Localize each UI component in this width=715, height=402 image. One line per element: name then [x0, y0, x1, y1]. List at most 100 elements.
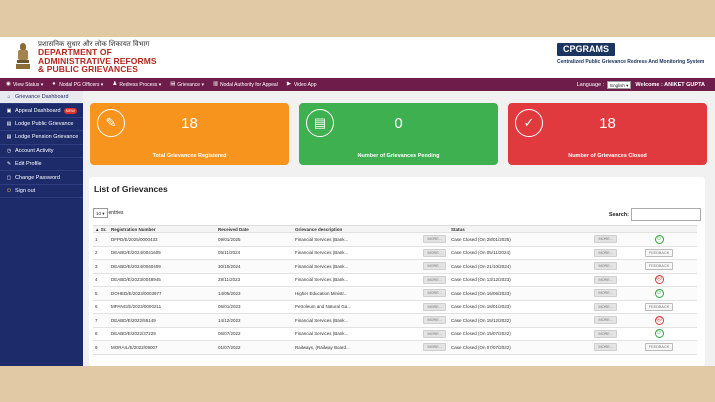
search-input[interactable] — [631, 208, 701, 221]
main-navbar: ◉ View Status ▾ ● Nodal PG Officers ▾ ♟ Red… — [0, 78, 715, 91]
unsatisfied-face-icon[interactable]: ☹ — [654, 315, 664, 325]
sidebar-item-appeal-dashboard[interactable]: ▣ Appeal Dashboard NEW — [0, 104, 83, 118]
user-icon: ● — [52, 81, 56, 87]
unsatisfied-face-icon[interactable]: ☹ — [654, 275, 664, 285]
desc-more-button[interactable]: MORE... — [423, 343, 446, 352]
dept-name: DEPARTMENT OF ADMINISTRATIVE REFORMS & P… — [38, 47, 157, 75]
desc-more-button[interactable]: MORE... — [423, 275, 446, 284]
cell-received-date: 06/07/2022 — [218, 331, 241, 337]
cell-registration[interactable]: DEABD/E/2024/0041605 — [111, 250, 218, 255]
welcome-text: Welcome : ANIKET GUPTA — [635, 81, 705, 88]
feedback-button[interactable]: FEEDBACK — [644, 302, 674, 311]
cell-registration[interactable]: MPANG/E/2023/0000211 — [111, 304, 218, 309]
status-more-button[interactable]: MORE... — [594, 289, 617, 298]
cpgrams-logo[interactable]: CPGRAMS — [557, 43, 615, 56]
cell-sr: 7 — [95, 317, 98, 323]
grievance-table: ▲ Sr. Registration Number Received Date … — [93, 225, 697, 355]
list-title: List of Grievances — [94, 184, 168, 194]
col-registration[interactable]: Registration Number — [111, 227, 218, 232]
grievance-list-panel: List of Grievances 10 ▾ entries Search: … — [89, 177, 705, 366]
satisfied-face-icon[interactable]: ☺ — [654, 329, 664, 339]
sidebar-item-sign-out[interactable]: ⏻ Sign out — [0, 185, 83, 199]
cell-registration[interactable]: DEABD/E/2022/37229 — [111, 331, 218, 336]
eye-icon: ◉ — [6, 81, 11, 87]
cell-received-date: 30/10/2024 — [218, 263, 241, 269]
sidebar-item-lodge-pension[interactable]: ▤ Lodge Pension Grievance — [0, 131, 83, 145]
cell-registration[interactable]: DOHED/E/2023/0003977 — [111, 291, 218, 296]
home-icon: ⌂ — [7, 94, 11, 101]
form-icon: ▤ — [6, 120, 12, 127]
card-label: Total Grievances Registered — [152, 153, 227, 159]
col-sr[interactable]: ▲ Sr. — [93, 227, 111, 232]
sidebar-item-edit-profile[interactable]: ✎ Edit Profile — [0, 158, 83, 172]
table-row: 2 DEABD/E/2024/0041605 05/11/2024 Financial… — [93, 247, 697, 260]
cell-registration[interactable]: DEABD/E/2022/55149 — [111, 318, 218, 323]
desc-more-button[interactable]: MORE... — [423, 248, 446, 257]
col-description[interactable]: Grievance description — [295, 227, 451, 232]
col-status[interactable]: Status — [451, 227, 621, 232]
cell-registration[interactable]: DEABD/E/2023/0048945 — [111, 277, 218, 282]
document-icon: ▤ — [170, 81, 176, 87]
status-more-button[interactable]: MORE... — [594, 235, 617, 244]
sidebar-item-change-password[interactable]: ▢ Change Password — [0, 171, 83, 185]
nav-redress-process[interactable]: ♟ Redress Process ▾ — [112, 81, 161, 87]
desc-more-button[interactable]: MORE... — [423, 289, 446, 298]
cell-received-date: 28/11/2023 — [218, 277, 241, 283]
cell-feedback: ☺ — [621, 234, 697, 244]
desc-more-button[interactable]: MORE... — [423, 316, 446, 325]
feedback-button[interactable]: FEEDBACK — [644, 248, 674, 257]
cell-status: Case Closed (On 07/07/2022) MORE... — [451, 343, 621, 352]
page-length: 10 ▾ entries — [93, 208, 124, 218]
table-row: 9 MORAIL/E/2022/09007 01/07/2022 Railways, … — [93, 341, 697, 355]
card-label: Number of Grievances Pending — [357, 153, 440, 159]
feedback-button[interactable]: FEEDBACK — [644, 262, 674, 271]
status-more-button[interactable]: MORE... — [594, 275, 617, 284]
power-icon: ⏻ — [7, 187, 11, 194]
card-value: 18 — [599, 115, 616, 132]
status-more-button[interactable]: MORE... — [594, 343, 617, 352]
desc-more-button[interactable]: MORE... — [423, 235, 446, 244]
cell-registration[interactable]: DEABD/E/2024/0040409 — [111, 264, 218, 269]
page-length-select[interactable]: 10 ▾ — [93, 208, 108, 218]
status-more-button[interactable]: MORE... — [594, 302, 617, 311]
lock-icon: ▢ — [6, 174, 12, 181]
status-more-button[interactable]: MORE... — [594, 248, 617, 257]
cell-description: Financial Services (Bank... MORE... — [295, 235, 451, 244]
table-row: 4 DEABD/E/2023/0048945 28/11/2023 Financial… — [93, 274, 697, 287]
cell-status: Case Closed (On 15/07/2022) MORE... — [451, 329, 621, 338]
sidebar-item-account-activity[interactable]: ◷ Account Activity — [0, 145, 83, 158]
status-more-button[interactable]: MORE... — [594, 329, 617, 338]
satisfied-face-icon[interactable]: ☺ — [654, 234, 664, 244]
activity-icon: ◷ — [6, 147, 12, 154]
table-row: 3 DEABD/E/2024/0040409 30/10/2024 Financial… — [93, 260, 697, 274]
site-header: प्रशासनिक सुधार और लोक शिकायत विभाग DEPA… — [0, 37, 715, 78]
col-received-date[interactable]: Received Date — [218, 227, 295, 232]
sidebar-item-lodge-public[interactable]: ▤ Lodge Public Grievance — [0, 118, 83, 132]
cell-description: Financial Services (Bank... MORE... — [295, 262, 451, 271]
nav-view-status[interactable]: ◉ View Status ▾ — [6, 81, 43, 87]
cell-description: Financial Services (Bank... MORE... — [295, 275, 451, 284]
nav-nodal-officers[interactable]: ● Nodal PG Officers ▾ — [52, 81, 103, 87]
language-select[interactable]: English ▾ — [607, 80, 632, 89]
desc-more-button[interactable]: MORE... — [423, 302, 446, 311]
cell-feedback: FEEDBACK — [621, 262, 697, 271]
status-more-button[interactable]: MORE... — [594, 262, 617, 271]
cell-received-date: 05/11/2024 — [218, 250, 241, 256]
sidebar-item-grievance-dashboard[interactable]: ⌂ Grievance Dashboard — [0, 91, 83, 105]
nav-video-app[interactable]: ▶ Video App — [287, 81, 317, 87]
desc-more-button[interactable]: MORE... — [423, 262, 446, 271]
cell-registration[interactable]: MORAIL/E/2022/09007 — [111, 345, 218, 350]
nav-grievance[interactable]: ▤ Grievance ▾ — [170, 81, 204, 87]
nav-nodal-authority-appeal[interactable]: ▥ Nodal Authority for Appeal — [213, 81, 278, 87]
national-emblem-icon — [16, 43, 30, 69]
card-total-registered[interactable]: ✎ 18 Total Grievances Registered — [90, 103, 289, 165]
feedback-button[interactable]: FEEDBACK — [644, 343, 674, 352]
search-label: Search: — [608, 211, 629, 218]
card-pending[interactable]: ▤ 0 Number of Grievances Pending — [299, 103, 498, 165]
cell-description: Railways, (Railway Board... MORE... — [295, 343, 451, 352]
card-closed[interactable]: ✓ 18 Number of Grievances Closed — [508, 103, 707, 165]
status-more-button[interactable]: MORE... — [594, 316, 617, 325]
satisfied-face-icon[interactable]: ☺ — [654, 288, 664, 298]
desc-more-button[interactable]: MORE... — [423, 329, 446, 338]
cell-registration[interactable]: DFPD/E/2025/0000433 — [111, 237, 218, 242]
